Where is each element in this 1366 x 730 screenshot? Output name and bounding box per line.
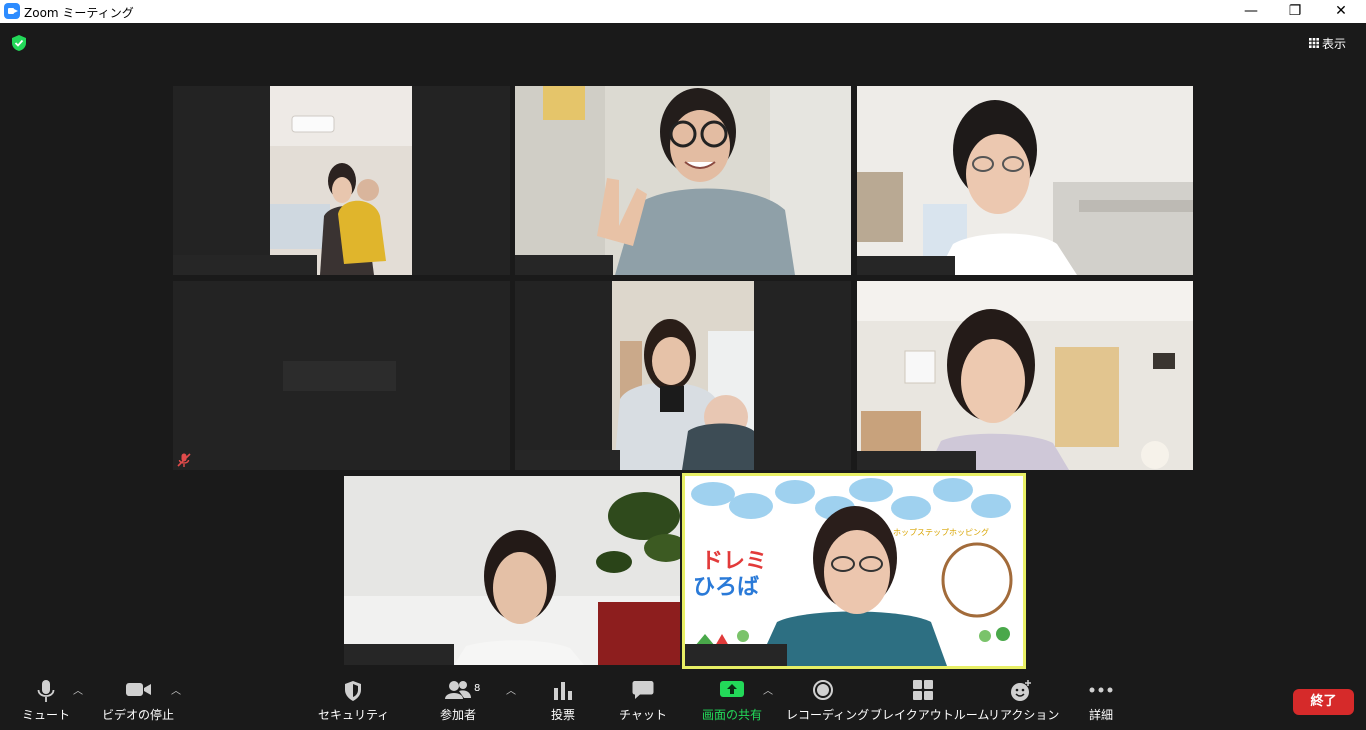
reactions-label: リアクション: [988, 708, 1060, 722]
participant-video-tile[interactable]: [515, 86, 851, 275]
restore-button[interactable]: ❐: [1272, 0, 1318, 23]
chat-bubble-icon: [632, 681, 654, 699]
chat-label: チャット: [619, 708, 667, 722]
share-label: 画面の共有: [701, 708, 762, 722]
close-button[interactable]: ✕: [1318, 0, 1364, 23]
polls-button[interactable]: 投票: [540, 670, 586, 730]
participant-video-tile[interactable]: [515, 281, 851, 470]
participants-options-caret[interactable]: ︿: [506, 682, 518, 697]
grid-view-icon: [1309, 38, 1319, 48]
encryption-shield-icon[interactable]: [10, 34, 28, 52]
share-options-caret[interactable]: ︿: [763, 682, 775, 697]
participants-button[interactable]: 8 参加者: [432, 670, 484, 730]
record-label: レコーディング: [786, 708, 870, 722]
window-title: Zoom ミーティング: [24, 6, 134, 20]
reactions-smiley-icon: [1011, 680, 1031, 701]
video-label: ビデオの停止: [101, 708, 174, 722]
shared-title-line2: ひろば: [693, 575, 759, 600]
record-button[interactable]: レコーディング: [786, 670, 870, 730]
participant-name-tag: [515, 450, 620, 470]
shared-title-line1: ドレミ: [701, 549, 767, 574]
security-shield-icon: [345, 681, 361, 701]
participant-video-tile[interactable]: [857, 86, 1193, 275]
participant-video-tile[interactable]: [344, 476, 680, 665]
participant-video-feed: [344, 476, 680, 665]
audio-options-caret[interactable]: ︿: [73, 682, 85, 697]
view-label: 表示: [1322, 37, 1347, 51]
polls-label: 投票: [550, 708, 575, 722]
zoom-app-icon: [4, 3, 20, 19]
participant-video-feed: [857, 281, 1193, 470]
participant-video-tile[interactable]: [173, 281, 510, 470]
participant-video-tile[interactable]: [173, 86, 510, 275]
participant-video-feed: [857, 86, 1193, 275]
security-button[interactable]: セキュリティ: [318, 670, 390, 730]
meeting-toolbar: ミュート ︿ ビデオの停止 ︿ セキュリティ 8 参加者 ︿ 投票 チャット 画…: [0, 670, 1366, 730]
shared-screen-feed: ドレミ ひろば ホップステップホッピング: [685, 476, 1023, 666]
minimize-button[interactable]: —: [1228, 0, 1274, 23]
mute-label: ミュート: [21, 708, 70, 722]
view-button[interactable]: 表示: [1303, 33, 1359, 53]
muted-microphone-icon: [177, 453, 191, 467]
participant-video-feed: [612, 281, 754, 470]
record-icon: [813, 680, 833, 700]
participant-video-feed: [515, 86, 851, 275]
shared-subtitle: ホップステップホッピング: [893, 527, 989, 537]
mute-button[interactable]: ミュート: [18, 670, 74, 730]
breakout-label: ブレイクアウトルーム: [870, 708, 990, 722]
end-meeting-button[interactable]: 終了: [1293, 689, 1354, 715]
video-camera-icon: [126, 683, 151, 696]
video-options-caret[interactable]: ︿: [171, 682, 183, 697]
share-screen-arrow-icon: [720, 681, 744, 697]
active-speaker-tile[interactable]: ドレミ ひろば ホップステップホッピング: [682, 473, 1026, 669]
participants-icon: [445, 681, 471, 699]
security-label: セキュリティ: [318, 708, 390, 722]
title-bar: Zoom ミーティング — ❐ ✕: [0, 0, 1366, 23]
participant-video-tile[interactable]: [857, 281, 1193, 470]
participants-count: 8: [474, 683, 481, 694]
polls-bar-chart-icon: [554, 682, 572, 700]
stop-video-button[interactable]: ビデオの停止: [100, 670, 176, 730]
reactions-button[interactable]: リアクション: [988, 670, 1060, 730]
breakout-rooms-icon: [913, 680, 933, 700]
participant-name-tag: [173, 255, 317, 275]
more-button[interactable]: 詳細: [1080, 670, 1122, 730]
participant-name-placeholder: [283, 361, 396, 391]
more-label: 詳細: [1088, 708, 1113, 722]
share-screen-button[interactable]: 画面の共有: [694, 670, 770, 730]
microphone-icon: [37, 680, 55, 702]
participants-label: 参加者: [439, 708, 476, 722]
more-ellipsis-icon: [1089, 687, 1113, 693]
chat-button[interactable]: チャット: [617, 670, 669, 730]
breakout-rooms-button[interactable]: ブレイクアウトルーム: [870, 670, 990, 730]
participant-video-feed: [270, 86, 412, 275]
